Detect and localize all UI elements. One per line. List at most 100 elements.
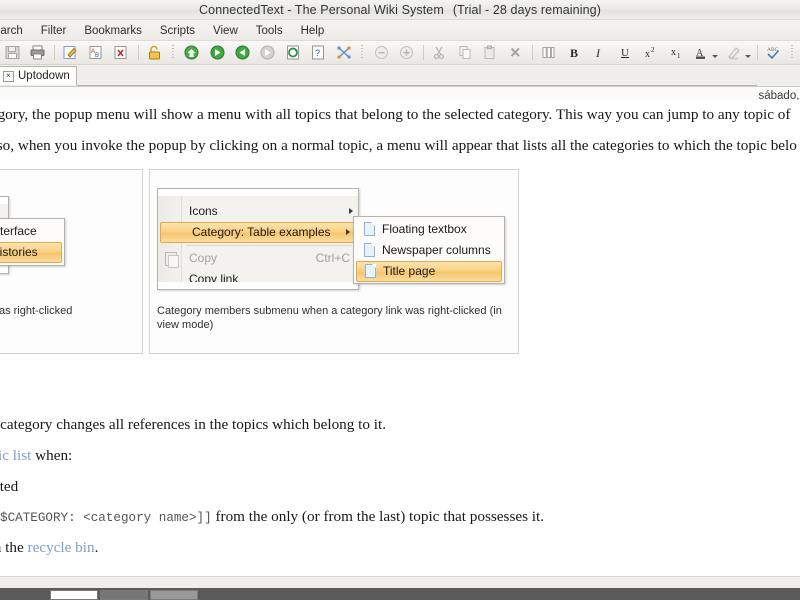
topic-tab-uptodown[interactable]: × Uptodown [0,66,77,85]
submenu-arrow-icon [349,208,353,215]
main-toolbar[interactable]: AB ? B I U x2 x1 A ABC [0,41,800,65]
status-bar [0,576,800,588]
toolbar-separator [137,41,140,64]
highlight-color-icon[interactable] [724,41,752,64]
taskbar-button-blue-app[interactable] [100,590,148,600]
section-line-3-text: is deleted [0,477,19,495]
zoom-out-icon[interactable] [371,41,392,64]
section-line-5: be placed in the recycle bin. [0,537,800,559]
paste-icon[interactable] [480,41,501,64]
section-line-5-post: . [94,539,99,557]
figure-category-submenu: Icons Category: Table examples Copy Ctrl+… [149,168,519,354]
columns-icon[interactable] [538,41,559,64]
copy-icon [165,252,179,269]
menu-item-copy[interactable]: Copy Ctrl+C [158,248,358,269]
delete-icon[interactable] [505,41,526,64]
section-line-3: page is deleted [0,476,800,498]
back-icon[interactable] [232,41,253,64]
superscript-icon[interactable]: x2 [640,41,661,64]
toolbar-separator [422,41,425,64]
figure-b-screenshot: Icons Category: Table examples Copy Ctrl+… [150,170,518,300]
figure-row: +C Interface Histories a topic link was … [0,168,800,364]
section-line-1: r deleting a category changes all refere… [0,414,800,436]
menu-item-label: Icons [189,203,218,218]
edit-topic-icon[interactable] [60,41,81,64]
trial-notice: (Trial - 28 days remaining) [452,3,601,17]
close-icon[interactable]: × [3,71,14,82]
submenu-b-item-label: Title page [383,263,436,278]
home-icon[interactable] [181,41,202,64]
submenu-a-item-interface[interactable]: Interface [0,221,62,242]
lock-icon[interactable] [144,41,165,64]
menu-item-bookmarks[interactable]: Bookmarks [75,21,151,41]
menu-bar[interactable]: earchFilterBookmarksScriptsViewToolsHelp [0,20,800,41]
shuffle-icon[interactable] [334,41,355,64]
link-recycle-bin[interactable]: recycle bin [28,539,95,556]
delete-topic-icon[interactable] [111,41,132,64]
figure-b-caption: Category members submenu when a category… [157,304,502,332]
submenu-b-item-title-page[interactable]: Title page [356,260,502,282]
torn-edge-bottom [0,265,8,273]
section-line-4-post: from the only (or from the last) topic t… [211,508,545,526]
topic-content: nk to a category, the popup menu will sh… [0,100,800,577]
submenu-arrow-icon [346,229,350,236]
underline-icon[interactable]: U [615,41,636,64]
menu-item-search[interactable]: earch [0,21,32,41]
menu-item-scripts[interactable]: Scripts [151,21,204,41]
submenu-b[interactable]: Floating textbox Newspaper columns Title… [353,215,505,284]
link-topic-list[interactable]: topic list [0,447,31,464]
page-icon [364,222,375,237]
next-icon[interactable] [257,41,278,64]
menu-item-help[interactable]: Help [292,21,334,41]
svg-text:x: x [645,49,650,60]
svg-text:I: I [595,46,601,60]
refresh-icon[interactable] [283,41,304,64]
spellcheck-icon[interactable]: AB [86,41,107,64]
svg-text:1: 1 [677,52,681,60]
help-topic-icon[interactable]: ? [308,41,329,64]
forward-icon[interactable] [207,41,228,64]
subscript-icon[interactable]: x1 [666,41,687,64]
section-line-4: claration [[$CATEGORY: <category name>]]… [0,506,800,528]
menu-item-label: Category: Table examples [192,224,331,239]
submenu-a-item-histories[interactable]: Histories [0,241,62,263]
paragraph-1: nk to a category, the popup menu will sh… [0,106,791,123]
section-line-2-post: when: [31,446,73,464]
toolbar-grip[interactable] [170,41,177,64]
toolbar-separator [53,41,56,64]
chevron-down-icon[interactable] [712,55,719,58]
copy-icon[interactable] [455,41,476,64]
menu-item-filter[interactable]: Filter [32,21,76,41]
menu-item-view[interactable]: View [204,21,247,41]
menu-item-icons[interactable]: Icons [158,201,358,222]
italic-icon[interactable]: I [589,41,610,64]
zoom-in-icon[interactable] [396,41,417,64]
submenu-a[interactable]: Interface Histories [0,217,65,266]
svg-text:x: x [671,47,676,58]
toolbar-grip[interactable] [789,41,796,64]
page-icon [365,264,376,279]
taskbar-button-explorer[interactable] [50,590,98,600]
context-menu-b[interactable]: Icons Category: Table examples Copy Ctrl+… [157,187,359,290]
save-icon[interactable] [2,41,23,64]
figure-topic-link-menu: +C Interface Histories a topic link was … [0,168,143,354]
spelling-icon[interactable]: ABC [763,41,784,64]
section-line-1-text: a category changes all references in the… [0,415,386,433]
taskbar-button-red-app[interactable] [150,590,198,600]
topic-tab-strip[interactable]: × Uptodown [0,65,800,87]
figure-a-caption: a topic link was right-clicked [0,304,73,317]
topic-view[interactable]: nk to a category, the popup menu will sh… [0,100,800,577]
font-color-icon[interactable]: A [691,41,719,64]
print-icon[interactable] [27,41,48,64]
menu-item-category-table-examples[interactable]: Category: Table examples [160,221,356,243]
cut-icon[interactable] [429,41,450,64]
toolbar-grip[interactable] [359,41,366,64]
submenu-b-item-newspaper-columns[interactable]: Newspaper columns [356,240,502,261]
os-taskbar[interactable] [0,588,800,600]
paragraph-2: ry topic. Also, when you invoke the popu… [0,136,797,154]
menu-item-tools[interactable]: Tools [247,21,292,41]
tab-label: Uptodown [18,70,70,82]
chevron-down-icon[interactable] [744,55,751,58]
submenu-b-item-floating-textbox[interactable]: Floating textbox [356,219,502,240]
bold-icon[interactable]: B [564,41,585,64]
